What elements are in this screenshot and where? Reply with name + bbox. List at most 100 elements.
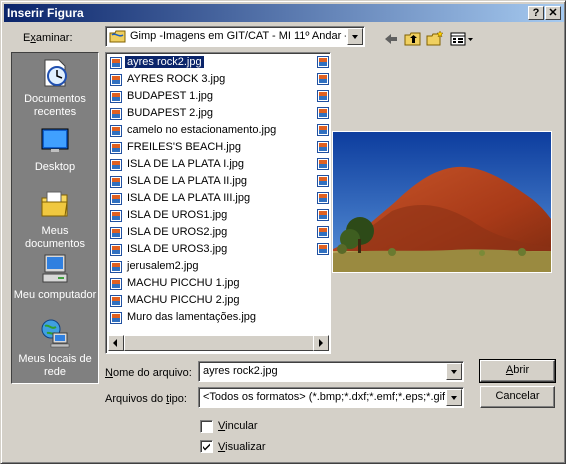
place-my-documents[interactable]: Meus documentos: [12, 189, 98, 251]
image-file-icon: [110, 244, 122, 256]
my-documents-icon: [41, 191, 68, 217]
image-file-icon: [110, 108, 122, 120]
image-file-icon[interactable]: [317, 243, 330, 257]
scroll-right-button[interactable]: [313, 335, 329, 351]
arrow-right-icon: [319, 339, 323, 347]
look-in-label: Examinar:: [23, 32, 73, 44]
folder-icon: [109, 30, 126, 43]
place-my-computer[interactable]: Meu computador: [12, 253, 98, 302]
file-type-dropdown-button[interactable]: [446, 389, 462, 406]
list-item[interactable]: BUDAPEST 1.jpg: [109, 89, 319, 105]
list-item[interactable]: ayres rock2.jpg: [109, 55, 319, 71]
preview-checkbox[interactable]: [200, 440, 213, 453]
place-desktop[interactable]: Desktop: [12, 125, 98, 174]
my-computer-icon: [42, 254, 68, 283]
image-file-icon: [110, 176, 122, 188]
image-file-icon: [110, 261, 122, 273]
list-item[interactable]: ISLA DE UROS3.jpg: [109, 242, 319, 258]
file-name: ISLA DE LA PLATA I.jpg: [127, 158, 244, 170]
image-file-icon: [110, 312, 122, 324]
image-file-icon[interactable]: [317, 107, 330, 121]
image-file-icon[interactable]: [317, 56, 330, 70]
file-name-input[interactable]: ayres rock2.jpg: [198, 361, 464, 382]
checkmark-icon: [203, 443, 210, 451]
scroll-left-button[interactable]: [108, 335, 124, 351]
cancel-button[interactable]: Cancelar: [480, 386, 555, 408]
file-type-select[interactable]: <Todos os formatos> (*.bmp;*.dxf;*.emf;*…: [198, 387, 464, 408]
list-item[interactable]: ISLA DE UROS1.jpg: [109, 208, 319, 224]
place-label-network: Meus locais de rede: [18, 353, 92, 378]
list-item[interactable]: MACHU PICCHU 1.jpg: [109, 276, 319, 292]
file-name-label: Nome do arquivo:: [105, 367, 192, 379]
list-item[interactable]: ISLA DE LA PLATA III.jpg: [109, 191, 319, 207]
horizontal-scrollbar[interactable]: [108, 335, 329, 351]
preview-label: Visualizar: [218, 441, 266, 453]
file-name: MACHU PICCHU 2.jpg: [127, 294, 240, 306]
image-file-icon: [110, 125, 122, 137]
file-list[interactable]: ayres rock2.jpg AYRES ROCK 3.jpg BUDAPEST …: [105, 52, 331, 354]
file-name: MACHU PICCHU 1.jpg: [127, 277, 240, 289]
file-name: ISLA DE UROS1.jpg: [127, 209, 228, 221]
image-file-icon[interactable]: [317, 192, 330, 206]
new-folder-icon[interactable]: [425, 30, 445, 48]
insert-picture-dialog: Inserir Figura ? ✕ Examinar: Gimp -Image…: [0, 0, 566, 464]
image-file-icon[interactable]: [317, 90, 330, 104]
link-checkbox[interactable]: [200, 420, 213, 433]
place-recent-documents[interactable]: Documentos recentes: [12, 57, 98, 119]
image-file-icon: [110, 210, 122, 222]
image-file-icon: [110, 142, 122, 154]
file-name: ayres rock2.jpg: [124, 55, 205, 69]
image-file-icon[interactable]: [317, 158, 330, 172]
image-file-icon: [110, 278, 122, 290]
close-button[interactable]: ✕: [545, 6, 561, 20]
views-menu-icon[interactable]: [449, 30, 475, 48]
recent-documents-icon: [44, 59, 67, 87]
list-item[interactable]: BUDAPEST 2.jpg: [109, 106, 319, 122]
open-button[interactable]: Abrir: [479, 359, 556, 383]
back-icon[interactable]: [381, 30, 401, 48]
list-item[interactable]: Muro das lamentações.jpg: [109, 310, 319, 326]
scroll-thumb[interactable]: [124, 335, 314, 351]
image-file-icon: [110, 74, 122, 86]
title-bar[interactable]: Inserir Figura ? ✕: [4, 4, 564, 22]
list-item[interactable]: ISLA DE LA PLATA I.jpg: [109, 157, 319, 173]
file-name: camelo no estacionamento.jpg: [127, 124, 277, 136]
file-name-value: ayres rock2.jpg: [203, 365, 278, 377]
image-file-icon[interactable]: [317, 73, 330, 87]
link-label: Vincular: [218, 420, 258, 432]
list-item[interactable]: jerusalem2.jpg: [109, 259, 319, 275]
file-name: jerusalem2.jpg: [127, 260, 199, 272]
place-network[interactable]: Meus locais de rede: [12, 317, 98, 379]
preview-pane: [332, 52, 557, 354]
list-item[interactable]: MACHU PICCHU 2.jpg: [109, 293, 319, 309]
look-in-value: Gimp -Imagens em GIT/CAT - MI 11º Andar …: [130, 30, 346, 42]
file-name: ISLA DE LA PLATA II.jpg: [127, 175, 248, 187]
help-button[interactable]: ?: [528, 6, 544, 20]
up-one-level-icon[interactable]: [403, 30, 423, 48]
image-file-icon: [110, 193, 122, 205]
image-file-icon: [110, 227, 122, 239]
file-type-label: Arquivos do tipo:: [105, 393, 187, 405]
list-item[interactable]: ISLA DE LA PLATA II.jpg: [109, 174, 319, 190]
list-item[interactable]: camelo no estacionamento.jpg: [109, 123, 319, 139]
image-file-icon[interactable]: [317, 141, 330, 155]
place-label-recent: Documentos recentes: [24, 93, 86, 118]
list-item[interactable]: AYRES ROCK 3.jpg: [109, 72, 319, 88]
place-label-my-computer: Meu computador: [13, 289, 97, 301]
file-name: AYRES ROCK 3.jpg: [127, 73, 226, 85]
list-item[interactable]: FREILES'S BEACH.jpg: [109, 140, 319, 156]
image-file-icon[interactable]: [317, 175, 330, 189]
look-in-combo[interactable]: Gimp -Imagens em GIT/CAT - MI 11º Andar …: [105, 26, 365, 47]
image-file-icon[interactable]: [317, 124, 330, 138]
look-in-dropdown-button[interactable]: [347, 28, 363, 45]
image-file-icon[interactable]: [317, 226, 330, 240]
file-name: Muro das lamentações.jpg: [127, 311, 257, 323]
network-places-icon: [41, 319, 70, 348]
file-name-dropdown-button[interactable]: [446, 363, 462, 380]
image-file-icon: [110, 159, 122, 171]
image-file-icon[interactable]: [317, 209, 330, 223]
list-item[interactable]: ISLA DE UROS2.jpg: [109, 225, 319, 241]
file-name: FREILES'S BEACH.jpg: [127, 141, 241, 153]
file-name: ISLA DE UROS3.jpg: [127, 243, 228, 255]
image-file-icon: [110, 295, 122, 307]
